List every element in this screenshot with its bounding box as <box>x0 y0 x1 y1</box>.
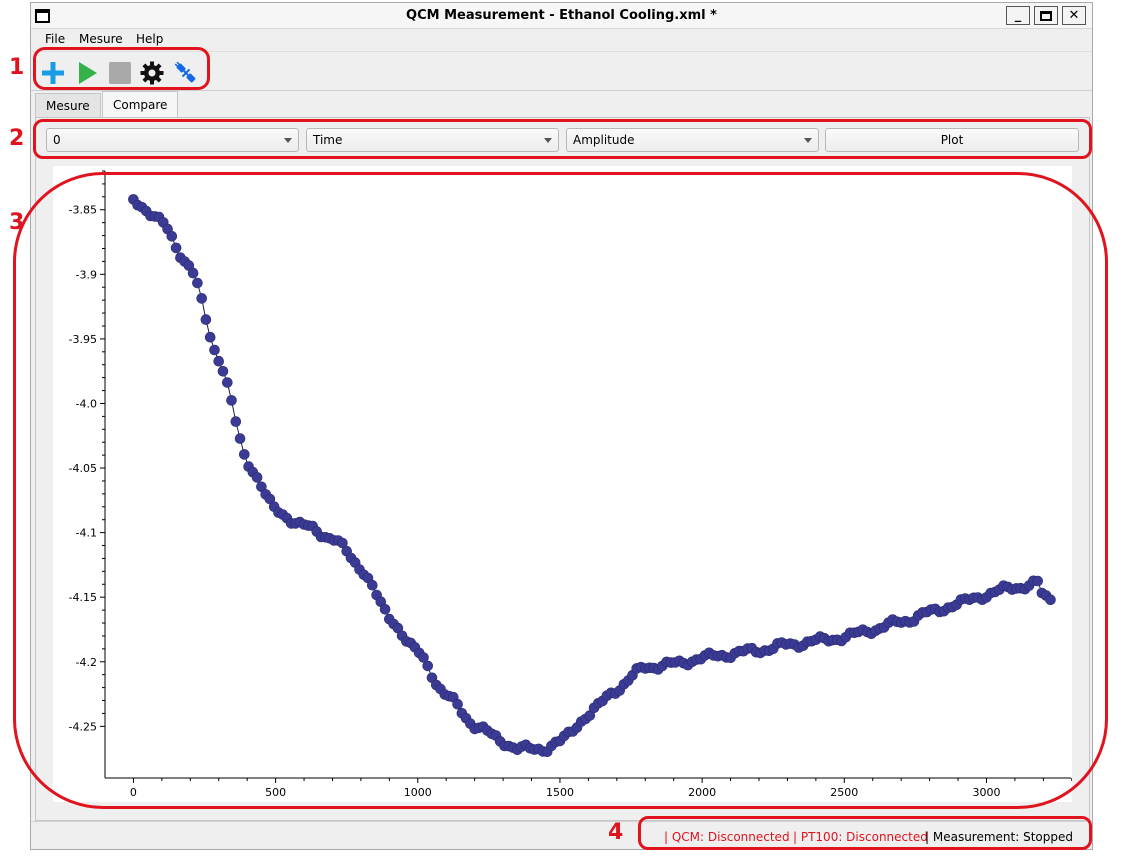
annotation-4: 4 <box>608 820 624 845</box>
window-title: QCM Measurement - Ethanol Cooling.xml * <box>406 8 717 23</box>
annotation-box-toolbar <box>33 47 210 90</box>
annotation-1: 1 <box>9 55 25 80</box>
maximize-icon <box>1040 10 1052 21</box>
minimize-icon: _ <box>1014 8 1022 23</box>
menu-file[interactable]: File <box>45 32 65 46</box>
annotation-2: 2 <box>9 126 25 151</box>
close-icon: ✕ <box>1068 8 1080 23</box>
maximize-button[interactable] <box>1034 6 1058 25</box>
title-bar[interactable]: QCM Measurement - Ethanol Cooling.xml * … <box>31 3 1092 29</box>
annotation-box-status <box>638 816 1092 850</box>
close-button[interactable]: ✕ <box>1062 6 1086 25</box>
tab-mesure[interactable]: Mesure <box>35 93 101 117</box>
annotation-box-controls <box>33 119 1092 159</box>
annotation-box-plot <box>13 172 1108 809</box>
menu-mesure[interactable]: Mesure <box>79 32 123 46</box>
menu-help[interactable]: Help <box>136 32 163 46</box>
minimize-button[interactable]: _ <box>1006 6 1030 25</box>
tab-compare[interactable]: Compare <box>102 91 179 118</box>
